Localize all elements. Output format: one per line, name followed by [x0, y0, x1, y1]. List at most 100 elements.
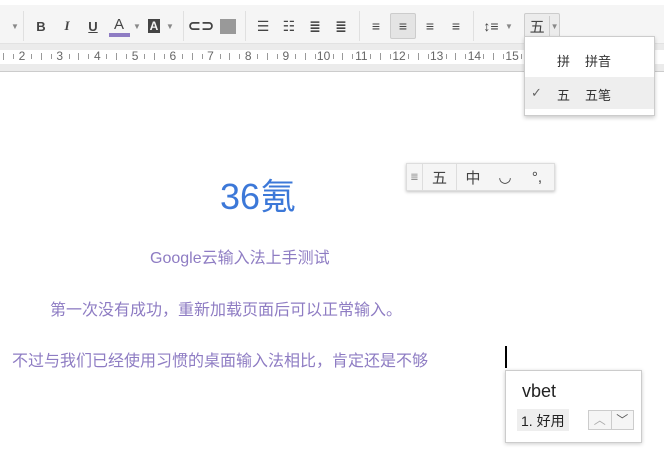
ruler-tick — [417, 53, 419, 60]
ruler-tick — [390, 54, 391, 59]
ruler-tick — [294, 54, 296, 59]
ruler-number: 6 — [169, 49, 177, 63]
text-color-dropdown-icon[interactable]: ▼ — [133, 13, 141, 39]
ruler-tick — [314, 54, 316, 59]
italic-button[interactable]: I — [58, 13, 76, 39]
ruler-tick — [304, 53, 306, 60]
increase-indent-icon[interactable]: ≣ — [332, 13, 350, 39]
ruler-tick — [163, 54, 165, 59]
text-color-icon: A — [113, 15, 124, 33]
numbered-list-icon[interactable]: ☰ — [254, 13, 272, 39]
line-spacing-icon[interactable]: ↕≡ — [480, 13, 502, 39]
ruler-tick — [465, 54, 467, 59]
line-spacing-dropdown-icon[interactable]: ▼ — [505, 13, 513, 39]
ruler-tick — [332, 54, 334, 59]
ruler-tick — [239, 54, 241, 59]
half-width-icon[interactable]: ◡ — [489, 164, 521, 190]
menu-item-pinyin[interactable]: 拼 拼音 — [525, 43, 654, 75]
link-icon[interactable]: ⊂⊃ — [188, 13, 215, 39]
align-right-icon[interactable]: ≡ — [420, 13, 440, 39]
ruler-tick — [50, 54, 52, 59]
ruler-number: 9 — [282, 49, 290, 63]
ruler-tick — [78, 53, 80, 60]
ruler-number: 13 — [430, 49, 444, 63]
punctuation-toggle[interactable]: °, — [521, 164, 553, 190]
menu-item-wubi[interactable]: ✓ 五 五笔 — [525, 77, 654, 109]
ruler-tick — [144, 54, 146, 59]
decrease-indent-icon[interactable]: ≣ — [306, 13, 324, 39]
ruler-number: 3 — [56, 49, 64, 63]
ruler-tick — [106, 54, 108, 59]
input-tools-menu: 拼 拼音 ✓ 五 五笔 — [524, 36, 655, 116]
ruler-tick — [201, 54, 203, 59]
ruler-number: 2 — [18, 49, 26, 63]
ruler-tick — [191, 53, 193, 60]
divider — [473, 11, 474, 41]
ruler-tick — [342, 53, 344, 60]
ruler-tick — [408, 54, 409, 59]
paragraph: 第一次没有成功，重新加载页面后可以正常输入。 — [50, 302, 403, 319]
align-left-icon[interactable]: ≡ — [366, 13, 386, 39]
candidate-window: vbet 1. 好用 ︿ ﹀ — [505, 370, 642, 443]
ruler-tick — [266, 53, 268, 60]
ime-mode-button[interactable]: 五 — [423, 164, 457, 190]
input-tools-dropdown-icon[interactable]: ▼ — [550, 22, 559, 31]
ruler-tick — [370, 54, 372, 59]
ruler-number: 11 — [355, 49, 368, 63]
highlight-color-button[interactable]: A — [146, 13, 162, 39]
ruler-number: 14 — [467, 49, 482, 63]
ruler-tick — [521, 54, 523, 59]
page-nav: ︿ ﹀ — [588, 410, 634, 430]
ruler-tick — [503, 54, 505, 59]
bold-button[interactable]: B — [32, 13, 50, 39]
divider — [183, 11, 184, 41]
align-center-icon[interactable]: ≡ — [390, 13, 416, 39]
candidate-item[interactable]: 1. 好用 — [517, 409, 569, 431]
ruler-number: 7 — [207, 49, 214, 63]
justify-icon[interactable]: ≡ — [446, 13, 466, 39]
bulleted-list-icon[interactable]: ☷ — [280, 13, 298, 39]
pinyin-glyph: 拼 — [557, 54, 571, 69]
highlight-dropdown-icon[interactable]: ▼ — [166, 13, 174, 39]
menu-item-label: 五笔 — [585, 88, 612, 103]
ruler-number: 12 — [392, 49, 406, 63]
ruler-tick — [276, 54, 278, 59]
ruler-tick — [445, 54, 447, 59]
ruler-number: 15 — [505, 49, 519, 63]
divider — [359, 11, 360, 41]
divider — [245, 11, 246, 41]
composition-text: vbet — [522, 381, 557, 401]
ruler-number: 10 — [316, 49, 331, 63]
ruler-tick — [493, 53, 495, 60]
ruler-number: 5 — [131, 49, 139, 63]
page-down-icon[interactable]: ﹀ — [612, 411, 634, 429]
ruler-tick — [380, 53, 381, 60]
highlight-icon: A — [147, 19, 161, 33]
ime-language-toggle[interactable]: 中 — [457, 164, 489, 190]
ruler-tick — [257, 54, 259, 59]
ruler-number: 4 — [94, 49, 101, 63]
ruler-tick — [31, 54, 32, 59]
paragraph: 不过与我们已经使用习惯的桌面输入法相比，肯定还是不够 — [12, 353, 429, 370]
font-size-dropdown-icon[interactable]: ▼ — [10, 13, 20, 39]
check-icon: ✓ — [531, 85, 542, 100]
ruler-tick — [88, 54, 90, 59]
text-color-swatch — [108, 32, 130, 37]
ruler-tick — [427, 54, 429, 59]
document-subtitle: Google云输入法上手测试 — [150, 250, 330, 267]
underline-button[interactable]: U — [84, 13, 102, 39]
ruler-tick — [483, 54, 485, 59]
menu-item-label: 拼音 — [585, 54, 612, 69]
text-cursor — [505, 346, 507, 368]
ruler-tick — [116, 53, 118, 60]
page-up-icon[interactable]: ︿ — [589, 411, 612, 429]
ruler-tick — [219, 54, 221, 59]
ruler-tick — [126, 54, 128, 59]
ruler-tick — [3, 53, 4, 60]
text-color-button[interactable]: A — [108, 13, 130, 39]
ruler-tick — [68, 54, 70, 59]
ruler-number: 8 — [244, 49, 252, 63]
drag-handle-icon[interactable]: ≣ — [407, 164, 423, 190]
ruler-tick — [153, 53, 155, 60]
image-icon[interactable] — [219, 13, 237, 39]
